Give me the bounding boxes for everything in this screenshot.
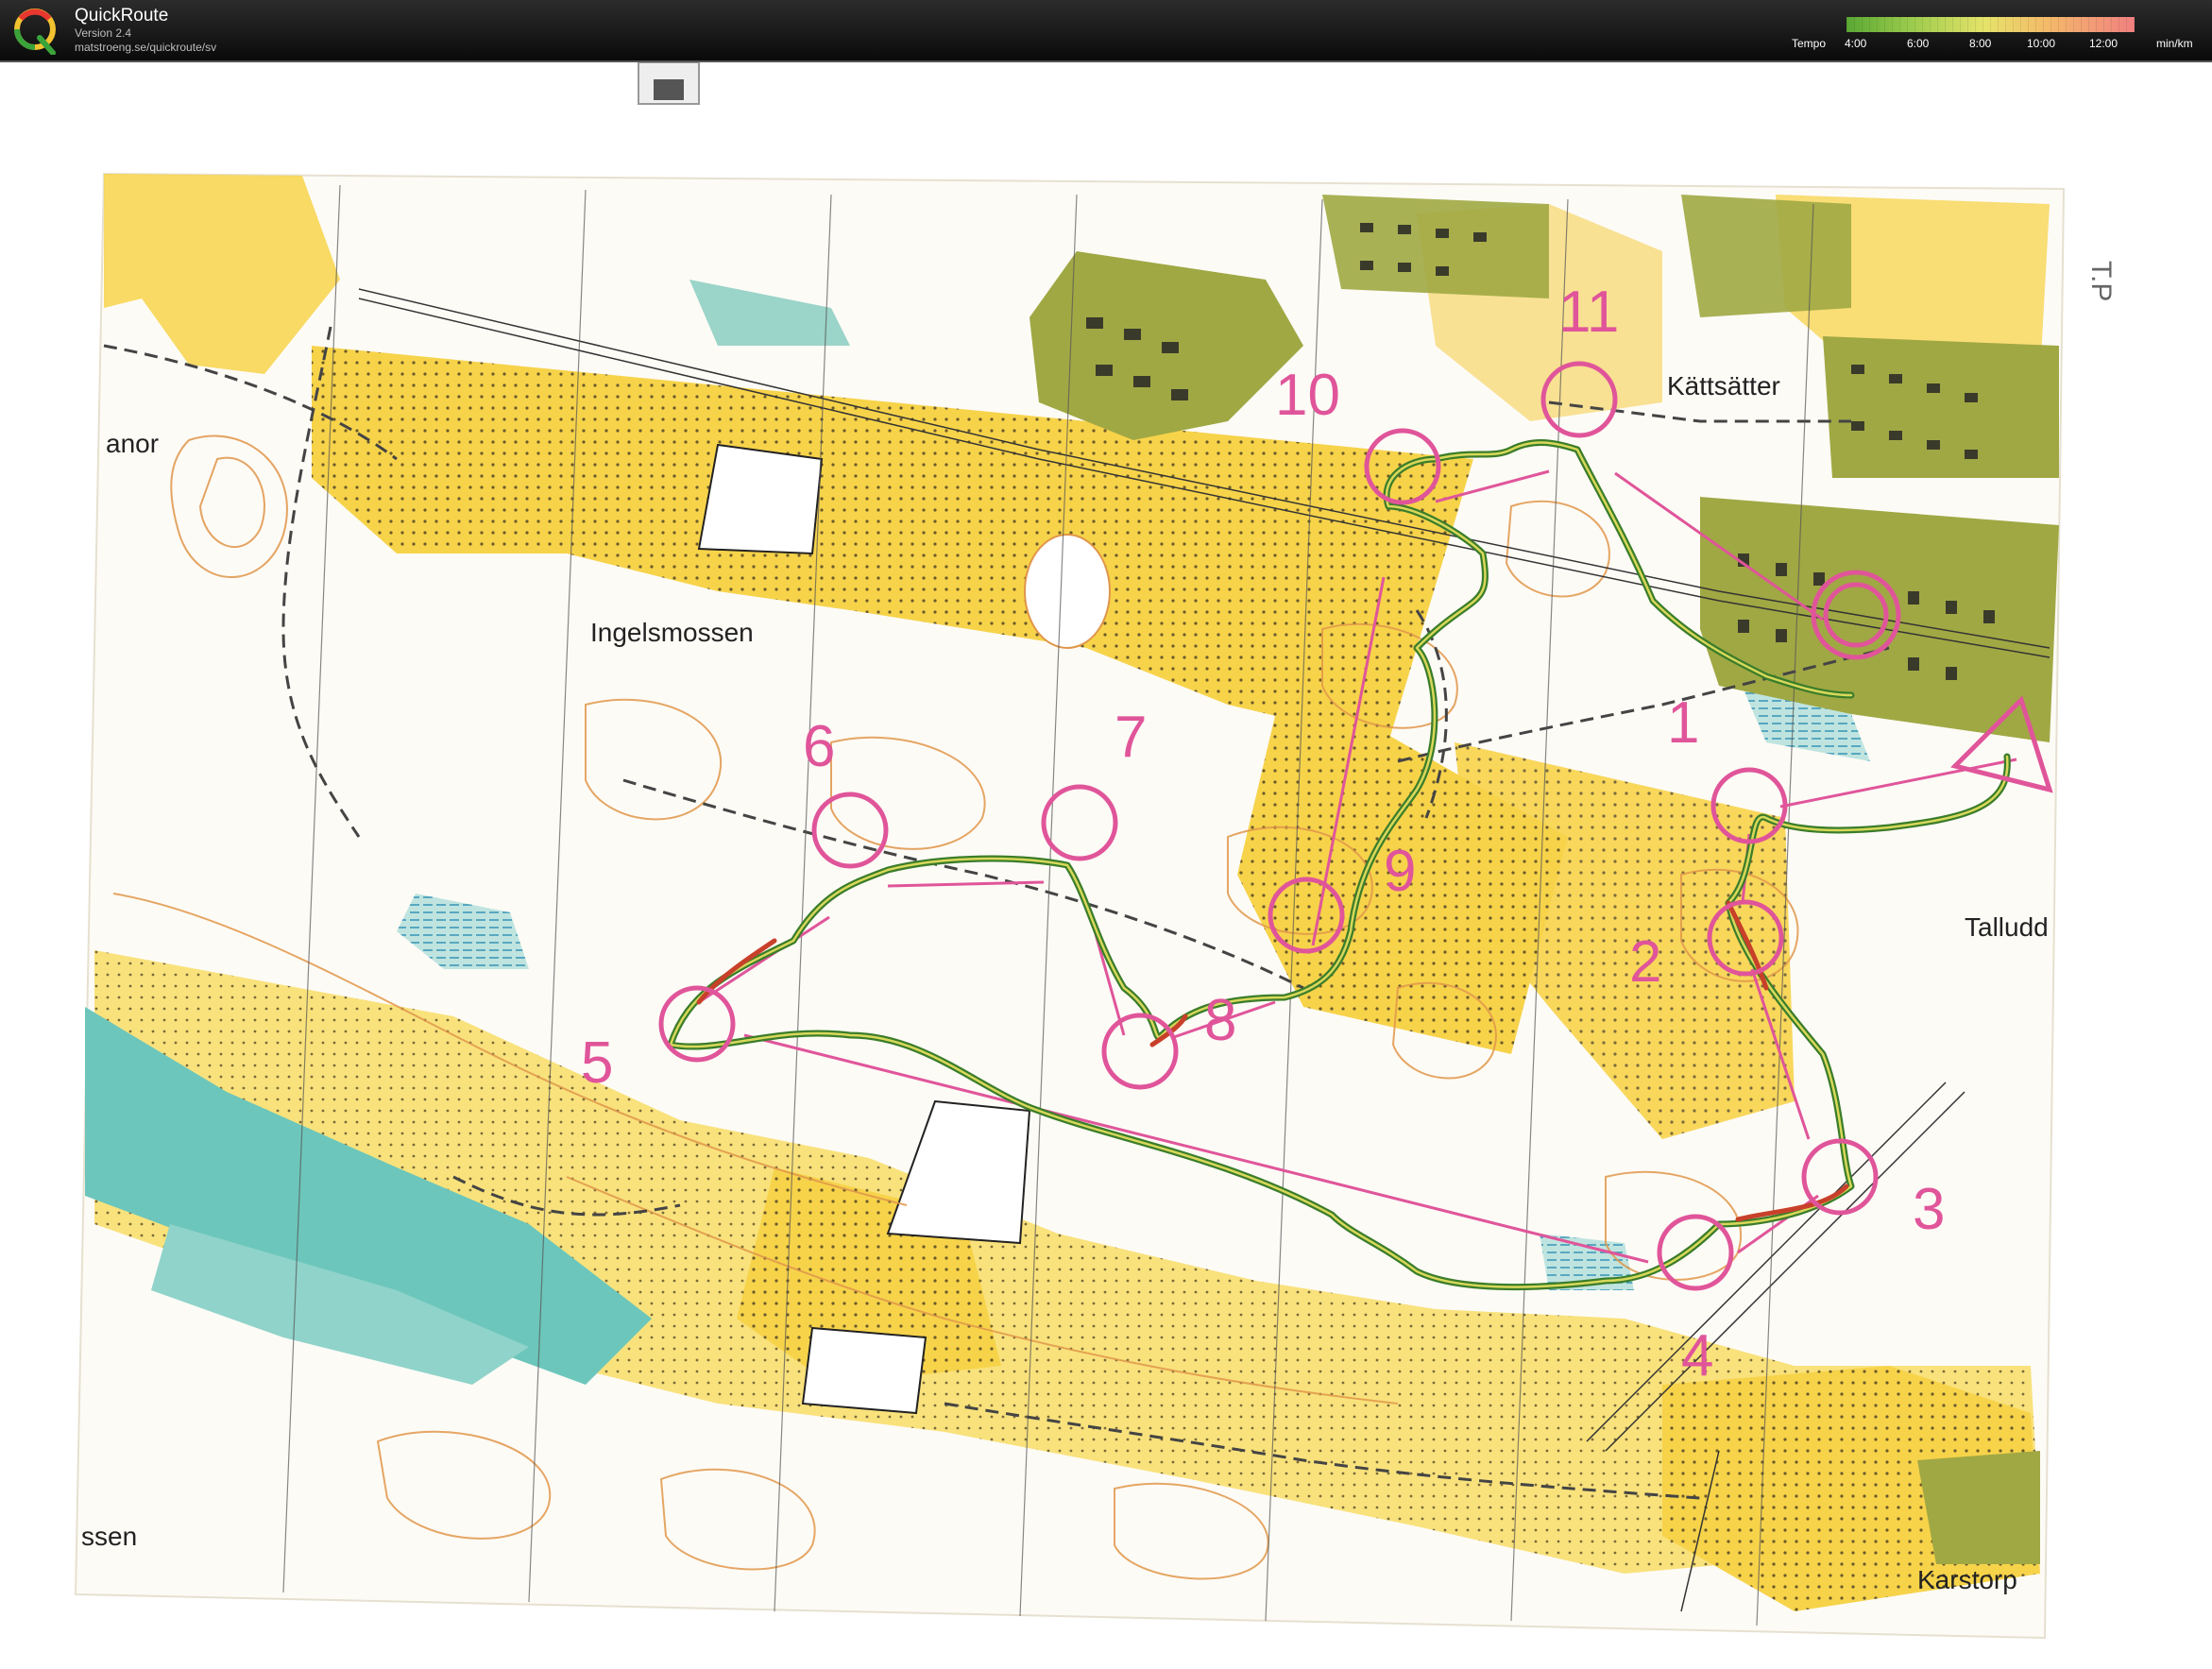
tempo-tick: 6:00 <box>1907 37 1930 50</box>
control-label: 2 <box>1629 929 1661 995</box>
orienteering-map[interactable]: 1 2 3 4 5 6 7 8 9 10 11 Ingelsmossen Kät… <box>0 62 2212 1669</box>
place-name-kattsatter: Kättsätter <box>1667 371 1780 400</box>
quickroute-logo-icon <box>14 9 56 55</box>
tempo-tick: 10:00 <box>2027 37 2056 50</box>
control-label: 6 <box>803 714 835 779</box>
tempo-tick: 8:00 <box>1969 37 1992 50</box>
app-title: QuickRoute <box>75 6 169 26</box>
paper-clip <box>638 62 700 105</box>
place-name-ingelsmossen: Ingelsmossen <box>590 618 754 647</box>
app-header: QuickRoute Version 2.4 matstroeng.se/qui… <box>0 0 2212 62</box>
control-label: 10 <box>1275 363 1340 428</box>
control-label: 9 <box>1384 839 1416 904</box>
control-label: 11 <box>1558 280 1619 345</box>
tempo-color-scale <box>1846 17 2135 32</box>
app-url[interactable]: matstroeng.se/quickroute/sv <box>75 41 216 54</box>
tempo-label: Tempo <box>1792 37 1827 50</box>
control-label: 7 <box>1115 705 1147 770</box>
place-name-karstorp: Karstorp <box>1917 1565 2017 1594</box>
tempo-tick: 12:00 <box>2089 37 2118 50</box>
place-name-ssen: ssen <box>81 1522 137 1551</box>
control-label: 1 <box>1667 690 1699 756</box>
app-version: Version 2.4 <box>75 26 132 40</box>
control-label: 5 <box>581 1030 613 1096</box>
tempo-tick: 4:00 <box>1845 37 1867 50</box>
control-label: 4 <box>1681 1323 1713 1388</box>
control-label: 8 <box>1204 988 1236 1053</box>
place-name-talludd: Talludd <box>1965 912 2049 942</box>
control-label: 3 <box>1913 1177 1945 1242</box>
margin-note: T.P <box>2085 261 2117 301</box>
tempo-unit: min/km <box>2156 37 2193 50</box>
place-name-anor: anor <box>106 429 159 458</box>
